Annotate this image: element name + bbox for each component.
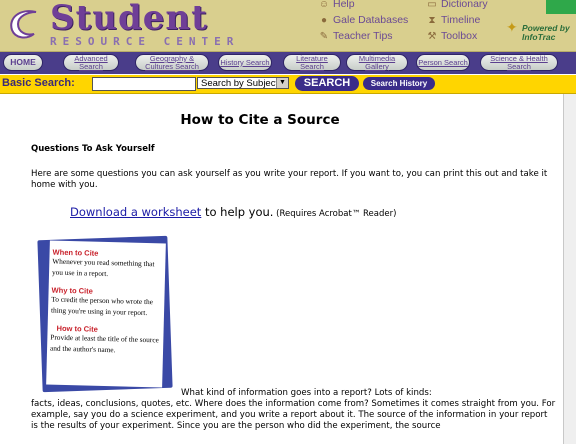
chevron-down-icon: ▼ <box>276 78 288 88</box>
search-type-select[interactable]: Search by Subject ▼ <box>197 77 289 89</box>
nav-person-search[interactable]: Person Search <box>416 54 470 71</box>
dictionary-icon: ▭ <box>427 0 437 10</box>
powered-by-text: Powered by InfoTrac <box>522 23 570 42</box>
main-nav: HOME Advanced Search Geography & Culture… <box>0 52 576 74</box>
section-heading: Questions To Ask Yourself <box>31 144 155 154</box>
search-button[interactable]: SEARCH <box>295 76 359 91</box>
powered-by-icon: ✦ <box>506 20 518 36</box>
logo-swirl-icon <box>10 10 37 39</box>
acrobat-requirement-note: (Requires Acrobat™ Reader) <box>273 209 397 219</box>
student-resource-center-window: Student RESOURCE CENTER ☺ Help ● Gale Da… <box>0 0 576 444</box>
basic-search-label: Basic Search: <box>2 77 75 89</box>
card-why-text: To credit the person who wrote the thing… <box>50 294 154 317</box>
download-worksheet-line: Download a worksheet to help you. (Requi… <box>70 205 396 219</box>
card-how-text: Provide at least the title of the source… <box>49 332 159 354</box>
help-icon: ☺ <box>318 0 330 10</box>
vertical-scrollbar[interactable] <box>563 94 576 444</box>
body-paragraph: What kind of information goes into a rep… <box>31 388 556 432</box>
timeline-label: Timeline <box>441 14 481 26</box>
database-icon: ● <box>320 14 328 26</box>
logo-subtitle: RESOURCE CENTER <box>50 35 240 48</box>
dictionary-link[interactable]: ▭ Dictionary <box>426 0 488 10</box>
download-suffix: to help you. <box>201 205 274 219</box>
intro-paragraph: Here are some questions you can ask your… <box>31 169 548 190</box>
search-type-value: Search by Subject <box>201 78 279 89</box>
gale-databases-label: Gale Databases <box>333 14 409 26</box>
nav-history-search[interactable]: History Search <box>218 54 272 71</box>
corner-accent <box>546 0 576 14</box>
basic-search-input[interactable] <box>92 77 196 91</box>
logo-title: Student <box>50 0 208 38</box>
nav-literature-search[interactable]: Literature Search <box>283 54 341 71</box>
nav-multimedia-gallery[interactable]: Multimedia Gallery <box>346 54 408 71</box>
teacher-tips-icon: ✎ <box>319 30 329 42</box>
timeline-icon: ⧗ <box>428 14 436 26</box>
site-header: Student RESOURCE CENTER ☺ Help ● Gale Da… <box>0 0 576 52</box>
gale-databases-link[interactable]: ● Gale Databases <box>318 14 408 26</box>
nav-geography-cultures-search[interactable]: Geography & Cultures Search <box>135 54 209 71</box>
basic-search-bar: Basic Search: Search by Subject ▼ SEARCH… <box>0 75 576 94</box>
teacher-tips-link[interactable]: ✎ Teacher Tips <box>318 30 393 42</box>
powered-by-infotrac[interactable]: ✦ Powered by InfoTrac <box>506 20 570 46</box>
nav-home[interactable]: HOME <box>3 54 43 71</box>
citation-card: When to Cite Whenever you read something… <box>46 240 166 388</box>
toolbox-link[interactable]: ⚒ Toolbox <box>426 30 478 42</box>
search-history-button[interactable]: Search History <box>363 77 435 90</box>
nav-advanced-search[interactable]: Advanced Search <box>63 54 119 71</box>
body-first-line: What kind of information goes into a rep… <box>181 388 432 398</box>
help-link[interactable]: ☺ Help <box>318 0 355 10</box>
dictionary-label: Dictionary <box>441 0 488 10</box>
page-title: How to Cite a Source <box>180 112 340 128</box>
card-when-text: Whenever you read something that you use… <box>51 256 155 278</box>
citation-card-image: When to Cite Whenever you read something… <box>30 232 185 397</box>
site-logo[interactable]: Student RESOURCE CENTER <box>2 0 312 49</box>
timeline-link[interactable]: ⧗ Timeline <box>426 14 480 26</box>
download-worksheet-link[interactable]: Download a worksheet <box>70 205 201 219</box>
toolbox-label: Toolbox <box>441 30 478 42</box>
nav-science-health-search[interactable]: Science & Health Search <box>480 54 558 71</box>
teacher-tips-label: Teacher Tips <box>333 30 393 42</box>
main-content: How to Cite a Source Questions To Ask Yo… <box>0 94 563 444</box>
toolbox-icon: ⚒ <box>427 30 437 42</box>
help-link-label: Help <box>333 0 355 10</box>
body-rest: facts, ideas, conclusions, quotes, etc. … <box>31 399 556 431</box>
